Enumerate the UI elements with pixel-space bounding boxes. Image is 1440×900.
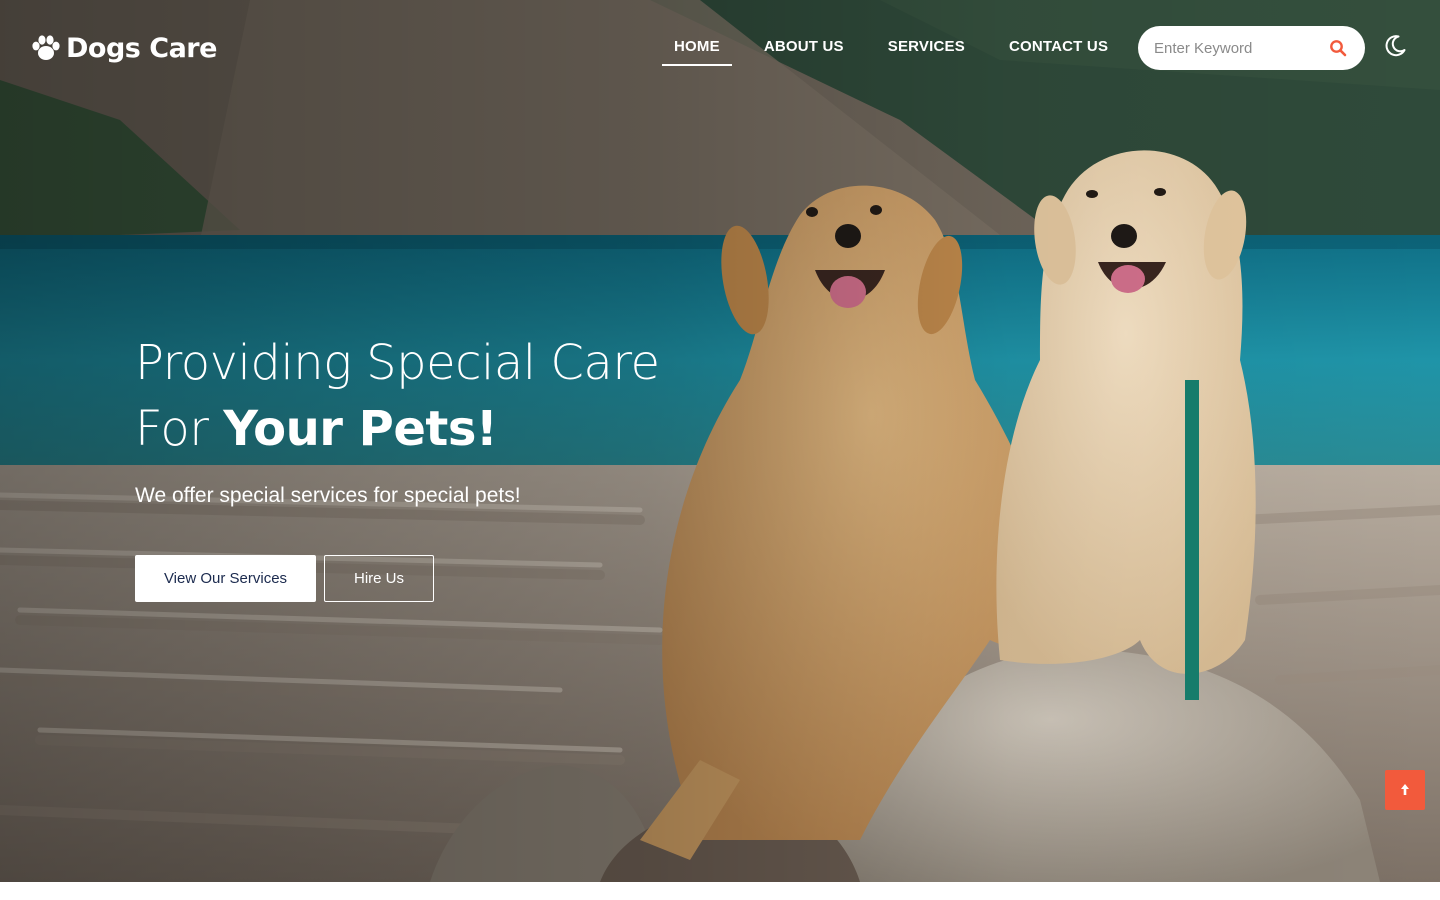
scroll-to-top-button[interactable] [1385,770,1425,810]
hero-actions: View Our Services Hire Us [135,555,434,602]
site-header: Dogs Care HOME ABOUT US SERVICES CONTACT… [0,0,1440,95]
hero-copy: Providing Special Care For Your Pets! We… [135,330,735,508]
headline-line-2-bold: Your Pets! [223,401,498,457]
search-button[interactable] [1323,33,1353,63]
moon-icon [1385,35,1406,57]
paw-icon [32,35,60,60]
hire-us-button[interactable]: Hire Us [324,555,434,602]
main-nav: HOME ABOUT US SERVICES CONTACT US [662,30,1140,66]
hero-subtitle: We offer special services for special pe… [135,484,521,507]
brand-logo[interactable]: Dogs Care [30,30,217,66]
headline-line-2-prefix: For [135,401,224,457]
brand-name: Dogs Care [66,32,217,64]
nav-services[interactable]: SERVICES [876,30,977,66]
view-services-button[interactable]: View Our Services [135,555,316,602]
hero-headline: Providing Special Care For Your Pets! [135,330,735,462]
nav-contact-us[interactable]: CONTACT US [997,30,1120,66]
nav-home[interactable]: HOME [662,30,732,66]
search-box [1138,26,1365,70]
nav-about-us[interactable]: ABOUT US [752,30,856,66]
search-icon [1330,40,1347,57]
arrow-up-icon [1401,784,1409,795]
search-input[interactable] [1138,26,1323,70]
headline-line-1: Providing Special Care [135,335,660,391]
theme-toggle-button[interactable] [1382,33,1408,59]
